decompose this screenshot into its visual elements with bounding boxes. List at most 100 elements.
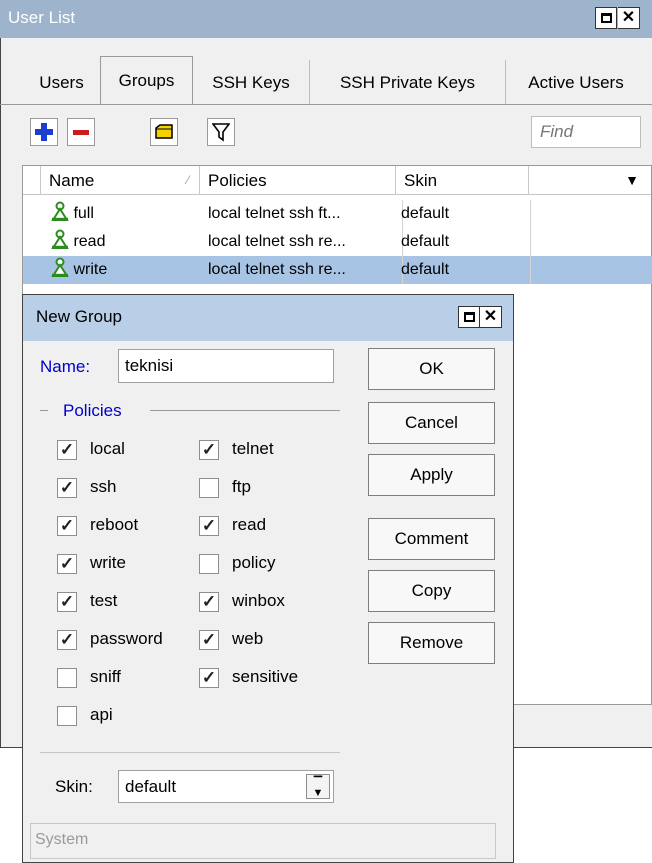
row-name: write — [73, 261, 108, 278]
row-policies: local telnet ssh ft... — [207, 200, 403, 228]
tab-ssh-keys[interactable]: SSH Keys — [193, 60, 310, 105]
remove-button[interactable]: Remove — [368, 622, 495, 664]
table-row-selected[interactable]: write local telnet ssh re... default — [23, 256, 652, 284]
policy-winbox-label: winbox — [232, 591, 285, 610]
policy-read-label: read — [232, 515, 267, 534]
filter-button[interactable] — [207, 118, 235, 146]
tab-bar: Users Groups SSH Keys SSH Private Keys A… — [0, 56, 652, 105]
skin-select[interactable]: default ▔ ▼ — [118, 770, 334, 803]
maximize-icon — [600, 13, 612, 23]
column-header-name[interactable]: Name ⁄ — [41, 166, 200, 195]
row-skin: default — [401, 228, 531, 256]
column-header-skin[interactable]: Skin — [396, 166, 529, 195]
policy-reboot-checkbox[interactable]: ✓ — [57, 516, 77, 536]
policies-rule-left — [40, 410, 48, 411]
ok-button[interactable]: OK — [368, 348, 495, 390]
add-button[interactable] — [30, 118, 58, 146]
policy-password-checkbox[interactable]: ✓ — [57, 630, 77, 650]
policy-test-checkbox[interactable]: ✓ — [57, 592, 77, 612]
policy-sniff-label: sniff — [90, 667, 121, 686]
window-title: User List — [8, 8, 76, 27]
skin-value: default — [125, 777, 177, 796]
dialog-title: New Group — [36, 307, 122, 326]
copy-button[interactable]: Copy — [368, 570, 495, 612]
maximize-icon — [463, 312, 475, 322]
policy-ssh-label: ssh — [90, 477, 117, 496]
row-name-cell: read — [41, 228, 200, 256]
tab-divider — [0, 104, 652, 105]
policy-read-checkbox[interactable]: ✓ — [199, 516, 219, 536]
policy-ftp-label: ftp — [232, 477, 251, 496]
row-policies: local telnet ssh re... — [207, 256, 403, 284]
table-row[interactable]: read local telnet ssh re... default — [23, 228, 652, 256]
policy-password-label: password — [90, 629, 163, 648]
sort-arrow-icon: ⁄ — [186, 173, 189, 187]
tab-ssh-private-keys[interactable]: SSH Private Keys — [310, 60, 506, 105]
group-icon — [51, 257, 69, 277]
tab-groups[interactable]: Groups — [100, 56, 193, 105]
comment-button[interactable]: Comment — [368, 518, 495, 560]
row-skin: default — [401, 200, 531, 228]
policy-api-label: api — [90, 705, 113, 724]
dialog-close-button[interactable]: ✕ — [480, 306, 502, 328]
policies-label: Policies — [63, 401, 122, 420]
policy-write-checkbox[interactable]: ✓ — [57, 554, 77, 574]
policy-local-checkbox[interactable]: ✓ — [57, 440, 77, 460]
policy-ftp-checkbox[interactable] — [199, 478, 219, 498]
policy-write-label: write — [90, 553, 126, 572]
add-icon — [35, 123, 53, 141]
close-button[interactable]: ✕ — [618, 7, 640, 29]
dialog-maximize-button[interactable] — [458, 306, 480, 328]
row-name: read — [73, 233, 106, 250]
close-icon: ✕ — [621, 9, 636, 26]
tab-users[interactable]: Users — [22, 60, 102, 105]
policy-api-checkbox[interactable] — [57, 706, 77, 726]
comment-icon — [155, 124, 173, 139]
tab-active-users[interactable]: Active Users — [506, 60, 646, 105]
policy-web-label: web — [232, 629, 264, 648]
table-header-blank — [23, 166, 41, 195]
filter-icon — [212, 123, 230, 142]
name-label: Name: — [40, 357, 91, 376]
row-policies: local telnet ssh re... — [207, 228, 403, 256]
column-menu-icon[interactable]: ▼ — [625, 166, 639, 195]
policies-bottom-rule — [40, 752, 340, 753]
group-icon — [51, 229, 69, 249]
policy-ssh-checkbox[interactable]: ✓ — [57, 478, 77, 498]
policy-telnet-label: telnet — [232, 439, 274, 458]
policy-reboot-label: reboot — [90, 515, 139, 534]
remove-icon — [73, 130, 89, 135]
policies-rule-right — [150, 410, 340, 411]
policy-sensitive-label: sensitive — [232, 667, 299, 686]
cancel-button[interactable]: Cancel — [368, 402, 495, 444]
policy-web-checkbox[interactable]: ✓ — [199, 630, 219, 650]
policy-sensitive-checkbox[interactable]: ✓ — [199, 668, 219, 688]
policy-test-label: test — [90, 591, 118, 610]
row-name: full — [73, 205, 94, 222]
column-header-policies[interactable]: Policies — [200, 166, 396, 195]
window-titlebar[interactable] — [0, 0, 652, 38]
comment-button[interactable] — [150, 118, 178, 146]
skin-dropdown-button[interactable]: ▔ ▼ — [306, 774, 330, 799]
column-header-extra[interactable]: ▼ — [529, 166, 651, 195]
status-text: System — [35, 831, 89, 848]
policy-policy-checkbox[interactable] — [199, 554, 219, 574]
find-input[interactable] — [531, 116, 641, 148]
skin-label: Skin: — [55, 777, 93, 796]
maximize-button[interactable] — [595, 7, 617, 29]
remove-button[interactable] — [67, 118, 95, 146]
policy-policy-label: policy — [232, 553, 276, 572]
close-icon: ✕ — [483, 308, 498, 325]
row-name-cell: write — [41, 256, 200, 284]
policy-sniff-checkbox[interactable] — [57, 668, 77, 688]
table-row[interactable]: full local telnet ssh ft... default — [23, 200, 652, 228]
column-header-name-label: Name — [49, 171, 95, 190]
policy-telnet-checkbox[interactable]: ✓ — [199, 440, 219, 460]
apply-button[interactable]: Apply — [368, 454, 495, 496]
group-icon — [51, 201, 69, 221]
status-bar: System — [30, 823, 496, 859]
policy-winbox-checkbox[interactable]: ✓ — [199, 592, 219, 612]
row-skin: default — [401, 256, 531, 284]
group-name-input[interactable] — [118, 349, 334, 383]
policy-local-label: local — [90, 439, 125, 458]
